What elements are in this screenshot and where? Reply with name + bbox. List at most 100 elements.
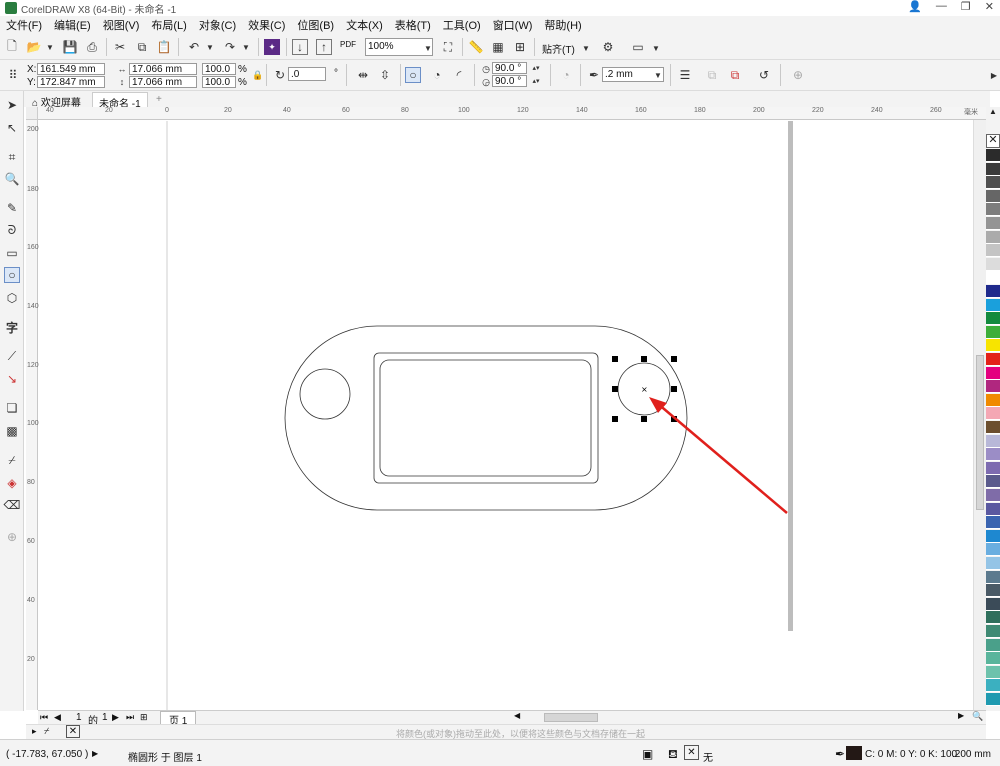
palette-swatch[interactable] xyxy=(986,625,1000,638)
palette-swatch[interactable] xyxy=(986,475,1000,489)
ellipse-mode-icon[interactable]: ○ xyxy=(405,67,421,83)
convert-to-curves-disabled-icon[interactable]: ⧉ xyxy=(704,67,720,83)
palette-swatch[interactable] xyxy=(986,597,1000,611)
doc-palette-eyedropper-icon[interactable]: ⌿ xyxy=(44,726,49,737)
palette-swatch[interactable] xyxy=(986,380,1000,394)
vertical-scrollbar[interactable] xyxy=(973,120,986,710)
paste-icon[interactable]: 📋 xyxy=(156,39,172,55)
snap-dropdown-icon[interactable]: ▼ xyxy=(578,40,594,56)
ruler-origin[interactable] xyxy=(26,107,38,120)
crop-tool-icon[interactable]: ⌗ xyxy=(4,149,20,165)
shape-tool-icon[interactable]: ↖ xyxy=(4,120,20,136)
lock-ratio-icon[interactable]: 🔒 xyxy=(250,67,266,83)
copy-icon[interactable]: ⧉ xyxy=(134,39,150,55)
x-position-input[interactable]: 161.549 mm xyxy=(37,63,105,75)
toolbox-add-icon[interactable]: ⊕ xyxy=(4,529,20,545)
no-color-swatch[interactable]: ✕ xyxy=(986,134,1000,148)
end-angle-stepper[interactable]: ▴▾ xyxy=(527,73,545,89)
menu-effects[interactable]: 效果(C) xyxy=(242,17,291,33)
parallel-dimension-icon[interactable]: ⟋ xyxy=(4,348,20,364)
palette-swatch[interactable] xyxy=(986,570,1000,584)
rotation-angle-input[interactable]: .0 xyxy=(288,67,326,81)
menu-help[interactable]: 帮助(H) xyxy=(538,17,587,33)
show-rulers-icon[interactable]: 📏 xyxy=(468,39,484,55)
add-icon[interactable]: ⊕ xyxy=(790,67,806,83)
palette-swatch[interactable] xyxy=(986,203,1000,217)
menu-file[interactable]: 文件(F) xyxy=(0,17,48,33)
palette-swatch[interactable] xyxy=(986,461,1000,475)
palette-swatch[interactable] xyxy=(986,557,1000,570)
screen-outer-rect[interactable] xyxy=(373,352,599,484)
palette-swatch[interactable] xyxy=(986,434,1000,448)
palette-swatch[interactable] xyxy=(986,448,1000,462)
status-expand-icon[interactable]: ▶ xyxy=(92,749,98,758)
palette-swatch[interactable] xyxy=(986,543,1000,557)
menu-edit[interactable]: 编辑(E) xyxy=(48,17,97,33)
next-page-icon[interactable]: ▶ xyxy=(112,712,119,723)
palette-swatch[interactable] xyxy=(986,217,1000,230)
undo-icon[interactable]: ↶ xyxy=(186,39,202,55)
palette-swatch[interactable] xyxy=(986,693,1000,706)
palette-swatch[interactable] xyxy=(986,393,1000,407)
palette-swatch[interactable] xyxy=(986,516,1000,530)
doc-palette-no-color-icon[interactable]: ✕ xyxy=(66,725,80,738)
palette-swatch[interactable] xyxy=(986,353,1000,366)
outline-color-swatch[interactable] xyxy=(846,746,862,760)
menu-tools[interactable]: 工具(O) xyxy=(437,17,487,33)
full-screen-icon[interactable]: ⛶ xyxy=(440,39,456,55)
text-tool-icon[interactable]: 字 xyxy=(4,319,20,335)
toolbar-overflow-icon[interactable]: ▶ xyxy=(986,67,1000,83)
publish-pdf-icon[interactable]: PDF xyxy=(340,40,356,49)
minimize-button[interactable]: — xyxy=(936,0,947,13)
interactive-fill-icon[interactable]: ◈ xyxy=(4,475,20,491)
palette-swatch[interactable] xyxy=(986,189,1000,203)
mirror-vertical-icon[interactable]: ⇳ xyxy=(377,67,393,83)
new-tab-icon[interactable]: + xyxy=(150,92,168,107)
palette-swatch[interactable] xyxy=(986,489,1000,502)
palette-swatch[interactable] xyxy=(986,230,1000,244)
open-dropdown-icon[interactable]: ▼ xyxy=(42,39,58,55)
fill-none-swatch[interactable]: ✕ xyxy=(684,745,699,760)
first-page-icon[interactable]: ⏮ xyxy=(40,712,48,723)
pick-tool-icon[interactable]: ➤ xyxy=(4,97,20,113)
color-proof-icon[interactable]: ▣ xyxy=(642,747,653,761)
rectangle-tool-icon[interactable]: ▭ xyxy=(4,245,20,261)
convert-outline-icon[interactable]: ↺ xyxy=(756,67,772,83)
palette-swatch[interactable] xyxy=(986,244,1000,258)
snap-to-menu[interactable]: 贴齐(T) xyxy=(542,41,575,56)
show-grid-icon[interactable]: ▦ xyxy=(490,39,506,55)
menu-layout[interactable]: 布局(L) xyxy=(145,17,192,33)
ellipse-tool-icon[interactable]: ○ xyxy=(4,267,20,283)
palette-swatch[interactable] xyxy=(986,325,1000,339)
print-icon[interactable]: ⎙ xyxy=(84,39,100,55)
scale-x-input[interactable]: 100.0 xyxy=(202,63,236,75)
drop-shadow-icon[interactable]: ❏ xyxy=(4,400,20,416)
transparency-icon[interactable]: ▩ xyxy=(4,423,20,439)
palette-swatch[interactable] xyxy=(986,652,1000,666)
palette-swatch[interactable] xyxy=(986,257,1000,271)
palette-swatch[interactable] xyxy=(986,149,1000,162)
palette-swatch[interactable] xyxy=(986,298,1000,312)
palette-swatch[interactable] xyxy=(986,312,1000,326)
menu-window[interactable]: 窗口(W) xyxy=(487,17,539,33)
end-angle-input[interactable]: 90.0 ° xyxy=(492,75,527,87)
outline-pen-status-icon[interactable]: ✒ xyxy=(835,747,845,761)
direction-toggle-icon[interactable]: ◔ xyxy=(558,67,574,83)
import-icon[interactable]: ↓ xyxy=(292,39,308,55)
palette-scroll-up-icon[interactable]: ▲ xyxy=(986,107,1000,120)
palette-swatch[interactable] xyxy=(986,162,1000,176)
palette-swatch[interactable] xyxy=(986,679,1000,693)
account-icon[interactable]: 👤 xyxy=(908,0,922,13)
freehand-tool-icon[interactable]: ✎ xyxy=(4,200,20,216)
connector-tool-icon[interactable]: ↘ xyxy=(4,371,20,387)
zoom-to-fit-icon[interactable]: 🔍 xyxy=(972,711,983,722)
application-launcher-icon[interactable]: ▭ xyxy=(630,39,646,55)
palette-swatch[interactable] xyxy=(986,502,1000,516)
eyedropper-icon[interactable]: ⌿ xyxy=(4,452,20,468)
palette-swatch[interactable] xyxy=(986,638,1000,652)
vertical-scroll-thumb[interactable] xyxy=(976,355,984,510)
horizontal-scroll-thumb[interactable] xyxy=(544,713,598,722)
fill-bucket-icon[interactable]: ⛾ xyxy=(668,747,678,763)
width-input[interactable]: 17.066 mm xyxy=(129,63,197,75)
zoom-dropdown-icon[interactable]: ▼ xyxy=(420,40,436,56)
